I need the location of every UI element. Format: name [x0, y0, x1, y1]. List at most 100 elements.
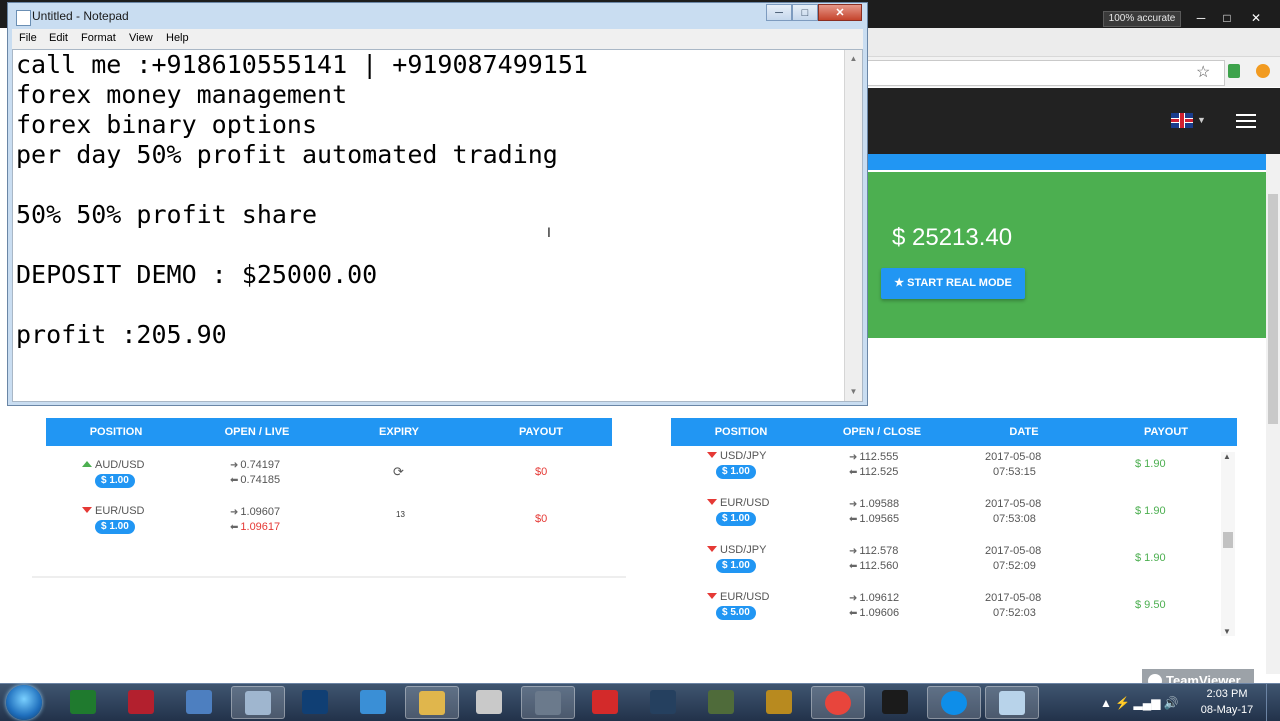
- start-button[interactable]: [6, 685, 42, 720]
- hamburger-menu-icon[interactable]: [1236, 114, 1256, 128]
- start-real-mode-button[interactable]: ★ START REAL MODE: [881, 268, 1025, 299]
- column-header: POSITION: [89, 426, 143, 438]
- chrome-icon[interactable]: [811, 686, 865, 719]
- language-caret-icon[interactable]: ▼: [1197, 115, 1206, 125]
- payout-value: $ 9.50: [1135, 599, 1166, 611]
- show-desktop-button[interactable]: [1266, 684, 1280, 721]
- menu-bar: File Edit Format View Help: [12, 29, 863, 49]
- header-accent-bar: [866, 154, 1266, 170]
- payout-value: $ 1.90: [1135, 505, 1166, 517]
- payout-value: $0: [535, 466, 548, 478]
- menu-file[interactable]: File: [19, 32, 37, 44]
- position-pair: EUR/USD: [707, 497, 770, 509]
- notepad-icon: [16, 10, 31, 26]
- position-pair: USD/JPY: [707, 450, 766, 462]
- tower-app-icon[interactable]: [637, 686, 691, 719]
- position-pair: EUR/USD: [707, 591, 770, 603]
- browser-toolbar: [866, 57, 1280, 87]
- trend-down-icon: [707, 593, 717, 599]
- open-positions-table: POSITION OPEN / LIVE EXPIRY PAYOUT AUD/U…: [46, 418, 612, 558]
- pg-app-icon[interactable]: [753, 686, 807, 719]
- close-price: ⬅ 112.525: [849, 466, 899, 478]
- clock-date[interactable]: 08-May-17: [1196, 704, 1258, 716]
- trade-date: 2017-05-08: [985, 451, 1042, 463]
- editor-scrollbar[interactable]: ▲ ▼: [844, 50, 862, 401]
- maximize-button[interactable]: □: [792, 4, 818, 21]
- minimize-icon[interactable]: ─: [1189, 10, 1213, 26]
- balance-card: $ 25213.40 ★ START REAL MODE: [866, 172, 1266, 338]
- scroll-up-icon: ▲: [849, 54, 858, 63]
- live-price: ⬅ 0.74185: [230, 474, 281, 486]
- arrow-left-icon: ⬅: [230, 475, 239, 486]
- bookmark-star-icon[interactable]: ☆: [1196, 62, 1210, 82]
- payout-value: $ 1.90: [1135, 458, 1166, 470]
- zx-app-icon[interactable]: [869, 686, 923, 719]
- notepad-window[interactable]: Untitled - Notepad ─ □ ✕ File Edit Forma…: [7, 2, 868, 406]
- trade-time: 07:53:15: [993, 466, 1036, 478]
- menu-format[interactable]: Format: [81, 32, 116, 44]
- notepad-icon[interactable]: [985, 686, 1039, 719]
- open-price: ➜ 112.578: [849, 545, 899, 557]
- column-header: PAYOUT: [518, 426, 563, 438]
- arrow-right-icon: ➜: [230, 460, 239, 471]
- network-settings-icon[interactable]: [173, 686, 227, 719]
- paint-icon[interactable]: [347, 686, 401, 719]
- trade-time: 07:52:03: [993, 607, 1036, 619]
- close-icon[interactable]: ✕: [1244, 10, 1268, 26]
- trend-up-icon: [82, 461, 92, 467]
- uk-flag-app-icon[interactable]: [115, 686, 169, 719]
- browser-tab-bar: [866, 28, 1280, 57]
- open-price: ➜ 1.09612: [849, 592, 900, 604]
- teamviewer-icon[interactable]: [927, 686, 981, 719]
- clock-time[interactable]: 2:03 PM: [1206, 688, 1248, 700]
- menu-edit[interactable]: Edit: [49, 32, 68, 44]
- extension-icon[interactable]: [1228, 64, 1240, 78]
- trend-down-icon: [707, 546, 717, 552]
- expiry-countdown: 13: [396, 510, 405, 519]
- table-divider: [32, 576, 626, 578]
- close-button[interactable]: ✕: [818, 4, 862, 21]
- scroll-up-icon: ▲: [1223, 452, 1231, 461]
- close-price: ⬅ 1.09606: [849, 607, 900, 619]
- editor-content[interactable]: call me :+918610555141 | +919087499151 f…: [16, 50, 836, 350]
- forex-app-icon[interactable]: [463, 686, 517, 719]
- minimize-button[interactable]: ─: [766, 4, 792, 21]
- amount-badge: $ 1.00: [716, 512, 756, 526]
- file-explorer-icon[interactable]: [405, 686, 459, 719]
- gcg-app-icon[interactable]: [521, 686, 575, 719]
- calculator-icon[interactable]: [231, 686, 285, 719]
- taskbar: ▲ ⚡ ▂▄▆ 🔊 2:03 PM 08-May-17: [0, 683, 1280, 721]
- amount-badge: $ 1.00: [95, 474, 135, 488]
- column-header: PAYOUT: [1143, 426, 1188, 438]
- position-pair: USD/JPY: [707, 544, 766, 556]
- browser-menu-icon[interactable]: [1256, 64, 1270, 78]
- position-pair: EUR/USD: [82, 505, 145, 517]
- h-app-icon[interactable]: [579, 686, 633, 719]
- open-price: ➜ 1.09588: [849, 498, 900, 510]
- menu-help[interactable]: Help: [166, 32, 189, 44]
- maximize-icon[interactable]: □: [1215, 10, 1239, 26]
- page-scrollbar[interactable]: [1266, 154, 1280, 674]
- excel-icon[interactable]: [57, 686, 111, 719]
- text-cursor-icon: I: [547, 224, 551, 240]
- column-header: OPEN / CLOSE: [842, 426, 922, 438]
- uk-flag-icon[interactable]: [1171, 113, 1193, 128]
- system-tray[interactable]: ▲ ⚡ ▂▄▆ 🔊: [1100, 696, 1200, 710]
- closed-table-scrollbar[interactable]: ▲ ▼: [1221, 452, 1235, 636]
- text-editor[interactable]: call me :+918610555141 | +919087499151 f…: [12, 49, 863, 402]
- menu-view[interactable]: View: [129, 32, 153, 44]
- payout-value: $ 1.90: [1135, 552, 1166, 564]
- address-bar[interactable]: [866, 60, 1225, 86]
- scrollbar-thumb[interactable]: [1268, 194, 1278, 424]
- table-header: POSITION OPEN / CLOSE DATE PAYOUT: [671, 418, 1237, 446]
- amount-badge: $ 5.00: [716, 606, 756, 620]
- open-price: ➜ 1.09607: [230, 506, 281, 518]
- accuracy-badge: 100% accurate: [1103, 11, 1181, 27]
- scroll-down-icon: ▼: [849, 387, 858, 396]
- refresh-icon: ⟳: [393, 464, 404, 479]
- scrollbar-thumb[interactable]: [1223, 532, 1233, 548]
- chart-app-icon[interactable]: [695, 686, 749, 719]
- photoshop-icon[interactable]: [289, 686, 343, 719]
- close-price: ⬅ 112.560: [849, 560, 899, 572]
- trade-date: 2017-05-08: [985, 498, 1042, 510]
